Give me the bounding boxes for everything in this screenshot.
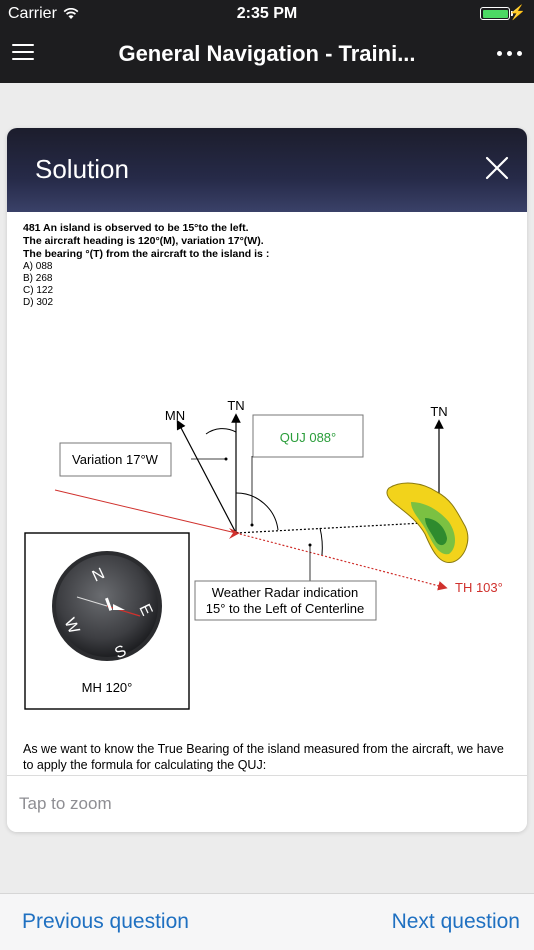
card-header: Solution — [7, 128, 527, 212]
radar-line-1: Weather Radar indication — [212, 585, 358, 600]
variation-label: Variation 17°W — [72, 452, 159, 467]
heading-dotted-line — [235, 532, 448, 591]
tn-label: TN — [227, 398, 244, 413]
next-question-button[interactable]: Next question — [392, 910, 520, 934]
nav-title: General Navigation - Traini... — [118, 41, 416, 66]
close-icon[interactable] — [485, 156, 509, 180]
previous-question-button[interactable]: Previous question — [22, 910, 189, 934]
option-d: D) 302 — [23, 297, 54, 308]
mn-label: MN — [165, 408, 185, 423]
variation-arc — [205, 428, 237, 435]
radar-line-2: 15° to the Left of Centerline — [206, 601, 364, 616]
charging-icon: ⚡ — [508, 4, 526, 20]
tn-right-label: TN — [430, 404, 447, 419]
question-line-3: The bearing °(T) from the aircraft to th… — [23, 248, 270, 260]
question-line-1: 481 An island is observed to be 15°to th… — [23, 222, 249, 234]
mn-line — [176, 419, 237, 534]
navigation-diagram: TN MN TH 103° Variation 17°W QUJ 088° We… — [24, 398, 503, 710]
battery-icon — [480, 7, 513, 20]
navigation-bar: General Navigation - Traini... — [0, 27, 534, 83]
mh-label: MH 120° — [82, 680, 133, 695]
bearing-dotted-line — [235, 521, 443, 534]
explanation-text: As we want to know the True Bearing of t… — [23, 742, 504, 772]
card-title: Solution — [35, 154, 129, 184]
option-c: C) 122 — [23, 285, 54, 296]
status-bar: Carrier 2:35 PM ⚡ — [0, 0, 534, 27]
quj-arc — [235, 492, 279, 531]
tap-to-zoom-area[interactable]: Tap to zoom — [7, 775, 527, 832]
menu-icon[interactable] — [12, 44, 34, 64]
more-options-icon[interactable] — [497, 51, 522, 56]
status-time: 2:35 PM — [236, 5, 298, 22]
option-b: B) 268 — [23, 273, 53, 284]
tap-to-zoom-label: Tap to zoom — [19, 794, 112, 813]
bottom-toolbar: Previous question Next question — [0, 893, 534, 950]
option-a: A) 088 — [23, 261, 53, 272]
question-text: 481 An island is observed to be 15°to th… — [23, 222, 269, 309]
relative-bearing-arc — [319, 527, 323, 556]
solution-document[interactable]: 481 An island is observed to be 15°to th… — [7, 212, 527, 775]
solution-card: Solution 481 An island is observed to be… — [7, 128, 527, 832]
question-line-2: The aircraft heading is 120°(M), variati… — [23, 235, 264, 247]
island-icon — [386, 482, 469, 564]
th-label: TH 103° — [455, 580, 503, 595]
quj-label: QUJ 088° — [280, 430, 337, 445]
incoming-track-line — [54, 489, 237, 534]
